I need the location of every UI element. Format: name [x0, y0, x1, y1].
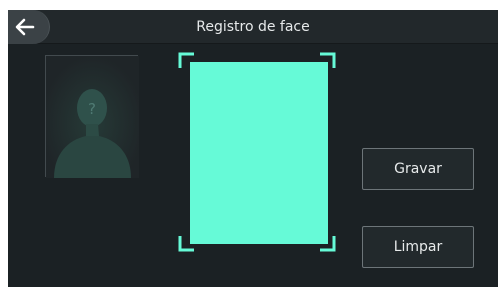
question-mark: ? [88, 100, 96, 118]
face-preview-area [190, 62, 328, 244]
page-title: Registro de face [196, 19, 310, 35]
title-bar: Registro de face [8, 10, 498, 44]
unknown-user-icon: ? [46, 56, 139, 178]
clear-button[interactable]: Limpar [362, 226, 474, 268]
face-registration-screen: Registro de face ? Gravar Limpar [8, 10, 498, 287]
user-photo-placeholder: ? [45, 55, 139, 178]
face-capture-frame [178, 52, 336, 252]
save-button[interactable]: Gravar [362, 148, 474, 190]
